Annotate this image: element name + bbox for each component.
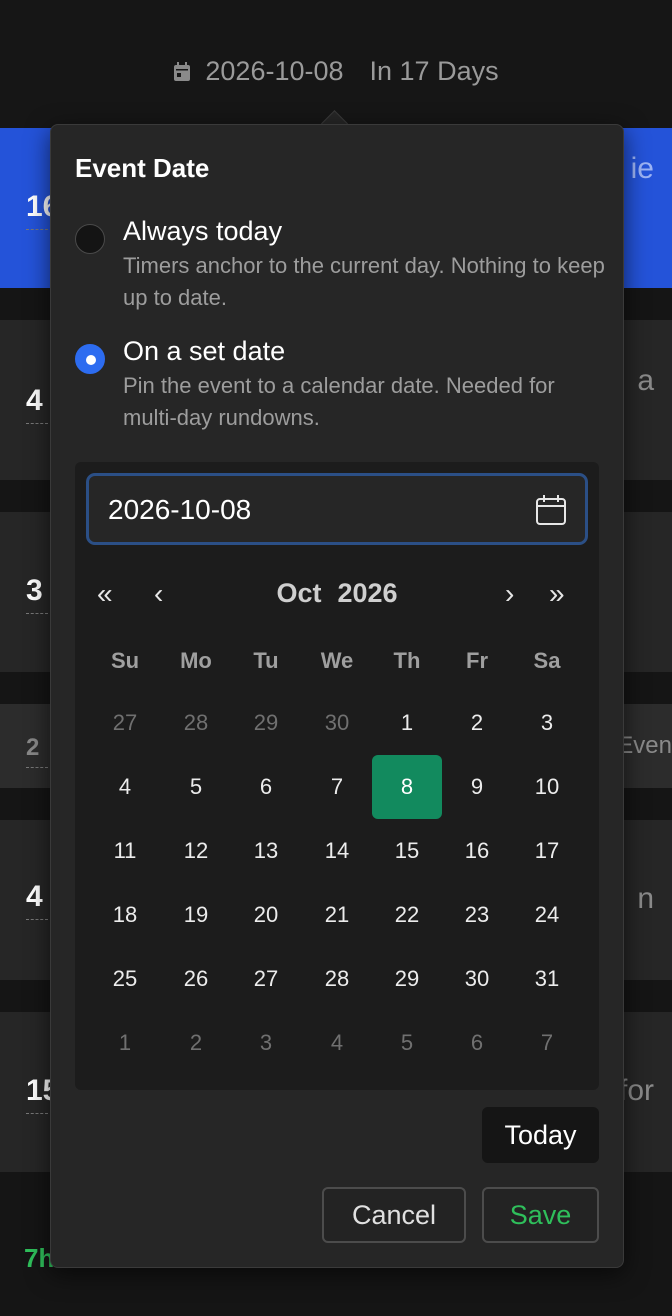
calendar-day-outside[interactable]: 6 — [442, 1011, 512, 1075]
calendar-icon — [174, 62, 191, 81]
date-picker: 2026-10-08 « ‹ Oct 2026 › » Su Mo Tu We Th Fr S… — [75, 462, 599, 1090]
calendar-day[interactable]: 14 — [302, 819, 372, 883]
popover-title: Event Date — [75, 153, 210, 183]
calendar-day[interactable]: 3 — [512, 691, 582, 755]
calendar-day[interactable]: 17 — [512, 819, 582, 883]
row-title-fragment: a — [637, 364, 654, 397]
next-month-button[interactable]: › — [505, 578, 514, 610]
calendar-day-outside[interactable]: 29 — [231, 691, 301, 755]
weekday-label: Fr — [466, 648, 488, 673]
calendar-day[interactable]: 23 — [442, 883, 512, 947]
calendar-day[interactable]: 18 — [90, 883, 160, 947]
weekday-label: Mo — [180, 648, 212, 673]
calendar-day[interactable]: 30 — [442, 947, 512, 1011]
calendar-day[interactable]: 21 — [302, 883, 372, 947]
calendar-day[interactable]: 19 — [161, 883, 231, 947]
calendar-day[interactable]: 13 — [231, 819, 301, 883]
calendar-day[interactable]: 1 — [372, 691, 442, 755]
option-label: Always today — [123, 216, 283, 246]
calendar-day[interactable]: 25 — [90, 947, 160, 1011]
row-number: 2 — [26, 734, 49, 768]
option-label: On a set date — [123, 336, 286, 366]
calendar-day-outside[interactable]: 28 — [161, 691, 231, 755]
weekday-label: Tu — [253, 648, 279, 673]
row-title-fragment: for — [618, 1074, 654, 1107]
calendar-day[interactable]: 20 — [231, 883, 301, 947]
weekday-label: Th — [393, 648, 421, 673]
cancel-button[interactable]: Cancel — [322, 1187, 466, 1243]
calendar-day[interactable]: 16 — [442, 819, 512, 883]
row-title-fragment: Even — [617, 732, 672, 759]
event-date-text: 2026-10-08 — [205, 56, 344, 86]
calendar-day[interactable]: 31 — [512, 947, 582, 1011]
event-date-popover: Event Date Always today Timers anchor to… — [50, 124, 624, 1268]
event-date-summary[interactable]: 2026-10-08 In 17 Days — [0, 56, 672, 87]
calendar-day[interactable]: 7 — [302, 755, 372, 819]
row-number: 4 — [26, 384, 48, 424]
calendar-day-outside[interactable]: 27 — [90, 691, 160, 755]
calendar-day[interactable]: 15 — [372, 819, 442, 883]
calendar-day[interactable]: 27 — [231, 947, 301, 1011]
year-label[interactable]: 2026 — [337, 578, 397, 608]
calendar-day[interactable]: 6 — [231, 755, 301, 819]
calendar-icon[interactable] — [535, 494, 567, 526]
calendar-day-outside[interactable]: 5 — [372, 1011, 442, 1075]
weekday-label: We — [320, 648, 354, 673]
calendar-day-outside[interactable]: 1 — [90, 1011, 160, 1075]
row-number: 4 — [26, 880, 48, 920]
option-description: Pin the event to a calendar date. Needed… — [123, 373, 555, 430]
calendar-day-outside[interactable]: 3 — [231, 1011, 301, 1075]
calendar-day[interactable]: 4 — [90, 755, 160, 819]
calendar-day[interactable]: 11 — [90, 819, 160, 883]
row-title-fragment: n — [637, 882, 654, 915]
save-button[interactable]: Save — [482, 1187, 599, 1243]
month-label[interactable]: Oct — [276, 578, 321, 608]
event-relative-text: In 17 Days — [369, 56, 499, 86]
date-input[interactable]: 2026-10-08 — [86, 473, 588, 545]
calendar-day-selected[interactable]: 8 — [372, 755, 442, 819]
radio-set-date[interactable] — [75, 344, 105, 374]
calendar-day[interactable]: 26 — [161, 947, 231, 1011]
calendar-day[interactable]: 9 — [442, 755, 512, 819]
row-title-fragment: ie — [630, 152, 654, 185]
calendar-day[interactable]: 29 — [372, 947, 442, 1011]
radio-always-today[interactable] — [75, 224, 105, 254]
calendar-day[interactable]: 2 — [442, 691, 512, 755]
row-number: 3 — [26, 574, 48, 614]
calendar-day[interactable]: 28 — [302, 947, 372, 1011]
calendar-day[interactable]: 10 — [512, 755, 582, 819]
month-year-label[interactable]: Oct 2026 — [75, 578, 599, 609]
calendar-day-outside[interactable]: 7 — [512, 1011, 582, 1075]
calendar-day[interactable]: 12 — [161, 819, 231, 883]
calendar-day[interactable]: 24 — [512, 883, 582, 947]
calendar-day-outside[interactable]: 30 — [302, 691, 372, 755]
date-input-value: 2026-10-08 — [108, 494, 252, 525]
calendar-day-outside[interactable]: 4 — [302, 1011, 372, 1075]
weekday-label: Su — [110, 648, 140, 673]
today-button[interactable]: Today — [482, 1107, 599, 1163]
calendar-day[interactable]: 5 — [161, 755, 231, 819]
calendar-day-outside[interactable]: 2 — [161, 1011, 231, 1075]
next-year-button[interactable]: » — [549, 578, 565, 610]
weekday-label: Sa — [533, 648, 561, 673]
calendar-day[interactable]: 22 — [372, 883, 442, 947]
option-description: Timers anchor to the current day. Nothin… — [123, 253, 605, 310]
